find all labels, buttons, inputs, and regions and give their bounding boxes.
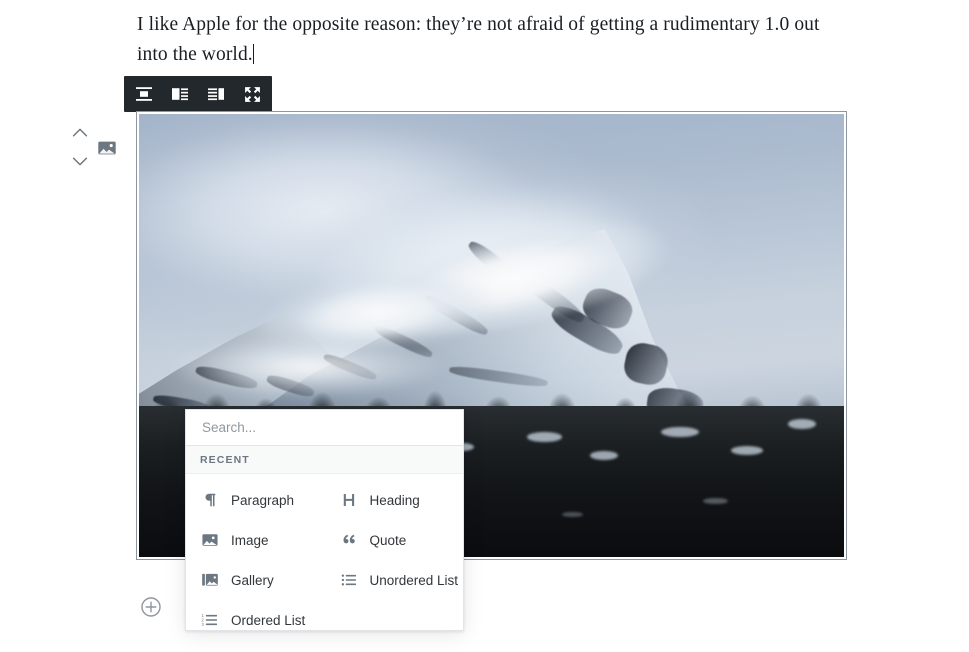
paragraph-text: I like Apple for the opposite reason: th… — [137, 14, 820, 65]
align-left-button[interactable] — [162, 76, 198, 112]
inserter-item-label: Unordered List — [369, 572, 459, 588]
add-block-button[interactable] — [141, 597, 161, 617]
inserter-item-label: Image — [231, 532, 269, 548]
inserter-block-grid: Paragraph Heading Image Quote Gallery Un… — [186, 474, 463, 648]
inserter-item-label: Gallery — [231, 572, 274, 588]
inserter-search-row — [186, 410, 463, 446]
editor-canvas: I like Apple for the opposite reason: th… — [0, 0, 969, 652]
search-input[interactable] — [200, 419, 449, 436]
paragraph-block[interactable]: I like Apple for the opposite reason: th… — [137, 10, 827, 70]
paragraph-icon — [200, 490, 220, 510]
inserter-item-quote[interactable]: Quote — [325, 520, 464, 560]
inserter-item-ordered-list[interactable]: 1 2 3 Ordered List — [186, 600, 325, 640]
align-right-button[interactable] — [198, 76, 234, 112]
inserter-item-label: Heading — [369, 492, 420, 508]
block-toolbar — [124, 76, 272, 112]
image-icon — [200, 530, 220, 550]
inserter-item-label: Quote — [369, 532, 407, 548]
inserter-item-image[interactable]: Image — [186, 520, 325, 560]
plus-circle-icon — [141, 597, 161, 621]
svg-text:3: 3 — [202, 622, 205, 627]
text-caret — [252, 44, 255, 64]
inserter-item-gallery[interactable]: Gallery — [186, 560, 325, 600]
inserter-item-heading[interactable]: Heading — [325, 480, 464, 520]
full-width-button[interactable] — [234, 76, 270, 112]
fullscreen-expand-icon — [243, 85, 262, 104]
inserter-section-recent: RECENT — [186, 446, 463, 474]
inserter-item-paragraph[interactable]: Paragraph — [186, 480, 325, 520]
block-mover — [68, 122, 92, 172]
align-right-icon — [206, 84, 226, 104]
align-center-icon — [134, 84, 154, 104]
heading-icon — [339, 490, 359, 510]
ordered-list-icon: 1 2 3 — [200, 610, 220, 630]
align-left-icon — [170, 84, 190, 104]
quote-icon — [339, 530, 359, 550]
image-block-icon[interactable] — [96, 137, 118, 159]
chevron-down-icon[interactable] — [69, 150, 91, 172]
block-inserter-panel: RECENT Paragraph Heading — [185, 409, 464, 631]
inserter-item-label: Ordered List — [231, 612, 306, 628]
chevron-up-icon[interactable] — [69, 122, 91, 144]
inserter-item-label: Paragraph — [231, 492, 295, 508]
align-center-button[interactable] — [126, 76, 162, 112]
unordered-list-icon — [339, 570, 359, 590]
inserter-item-unordered-list[interactable]: Unordered List — [325, 560, 464, 600]
gallery-icon — [200, 570, 220, 590]
